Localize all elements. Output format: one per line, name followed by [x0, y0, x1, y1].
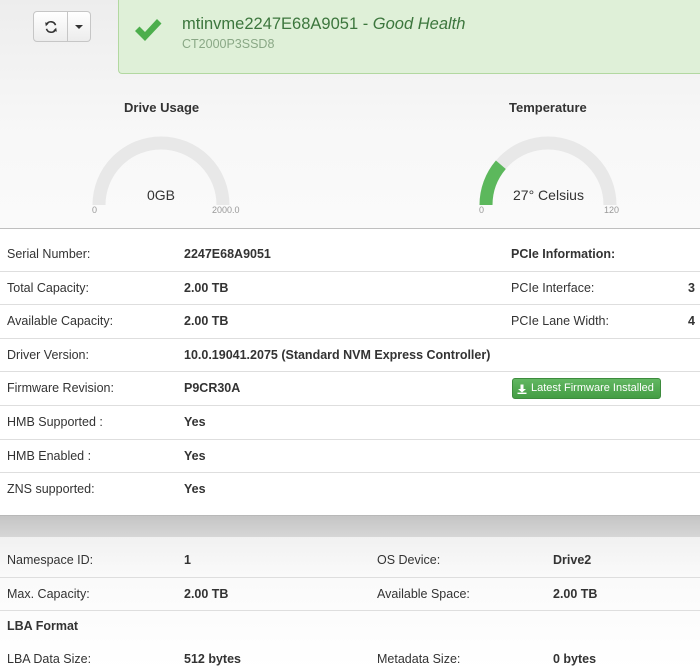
latest-firmware-installed-button[interactable]: Latest Firmware Installed: [512, 378, 661, 399]
drive-name-text: mtinvme2247E68A9051: [182, 15, 359, 33]
temperature-max: 120: [604, 205, 620, 215]
temperature-value: 27° Celsius: [513, 187, 584, 203]
lba-format-row: LBA Format: [0, 611, 700, 643]
lba-format-title: LBA Format: [7, 619, 79, 633]
total-capacity-value: 2.00 TB: [184, 281, 229, 295]
max-capacity-label: Max. Capacity:: [7, 587, 90, 601]
hmb-supported-value: Yes: [184, 415, 206, 429]
os-device-value: Drive2: [553, 553, 592, 567]
pcie-lane-width-label: PCIe Lane Width:: [511, 314, 609, 328]
available-space-value: 2.00 TB: [553, 587, 598, 601]
health-separator: -: [358, 15, 373, 33]
driver-version-label: Driver Version:: [7, 348, 89, 362]
total-capacity-label: Total Capacity:: [7, 281, 89, 295]
driver-version-value: 10.0.19041.2075 (Standard NVM Express Co…: [184, 348, 491, 362]
lba-data-size-label: LBA Data Size:: [7, 652, 92, 666]
metadata-size-value: 0 bytes: [553, 652, 597, 666]
firmware-revision-label: Firmware Revision:: [7, 381, 114, 395]
max-capacity-value: 2.00 TB: [184, 587, 229, 601]
latest-firmware-installed-label: Latest Firmware Installed: [531, 382, 654, 394]
available-capacity-label: Available Capacity:: [7, 314, 114, 328]
download-icon: [517, 384, 527, 394]
namespace-id-row: Namespace ID: 1 OS Device: Drive2: [0, 544, 700, 578]
drive-usage-value: 0GB: [147, 187, 176, 203]
temperature-gauge-fill: [479, 160, 506, 206]
total-capacity-row: Total Capacity: 2.00 TB PCIe Interface: …: [0, 272, 700, 305]
drive-name: mtinvme2247E68A9051 - Good Health: [182, 15, 465, 34]
zns-supported-row: ZNS supported: Yes: [0, 473, 700, 507]
firmware-revision-row: Firmware Revision: P9CR30A Latest Firmwa…: [0, 372, 700, 406]
drive-usage-min: 0: [92, 205, 98, 215]
lba-data-size-row: LBA Data Size: 512 bytes Metadata Size: …: [0, 643, 700, 670]
health-status-text: Good Health: [372, 15, 466, 33]
pcie-information-title: PCIe Information:: [511, 247, 616, 261]
hmb-enabled-value: Yes: [184, 449, 206, 463]
available-capacity-row: Available Capacity: 2.00 TB PCIe Lane Wi…: [0, 305, 700, 339]
temperature-min: 0: [479, 205, 485, 215]
drive-usage-max: 2000.0: [212, 205, 240, 215]
check-icon: [135, 19, 162, 41]
top-area: mtinvme2247E68A9051 - Good Health CT2000…: [0, 0, 700, 229]
hmb-supported-row: HMB Supported : Yes: [0, 406, 700, 440]
serial-number-row: Serial Number: 2247E68A9051 PCIe Informa…: [0, 238, 700, 272]
health-status-panel: mtinvme2247E68A9051 - Good Health CT2000…: [118, 0, 700, 74]
namespace-id-value: 1: [184, 553, 191, 567]
serial-number-value: 2247E68A9051: [184, 247, 271, 261]
hmb-enabled-label: HMB Enabled :: [7, 449, 92, 463]
driver-version-row: Driver Version: 10.0.19041.2075 (Standar…: [0, 339, 700, 372]
caret-down-icon: [75, 24, 83, 29]
refresh-button-group: [33, 11, 91, 42]
drive-usage-title: Drive Usage: [124, 100, 200, 115]
zns-supported-value: Yes: [184, 482, 206, 496]
available-space-label: Available Space:: [377, 587, 470, 601]
refresh-button[interactable]: [33, 11, 68, 42]
section-separator: [0, 515, 700, 537]
drive-model: CT2000P3SSD8: [182, 37, 275, 51]
temperature-title: Temperature: [509, 100, 587, 115]
max-capacity-row: Max. Capacity: 2.00 TB Available Space: …: [0, 578, 700, 611]
available-capacity-value: 2.00 TB: [184, 314, 229, 328]
hmb-enabled-row: HMB Enabled : Yes: [0, 440, 700, 473]
os-device-label: OS Device:: [377, 553, 441, 567]
pcie-interface-value: 3: [688, 281, 695, 295]
namespace-id-label: Namespace ID:: [7, 553, 94, 567]
zns-supported-label: ZNS supported:: [7, 482, 95, 496]
refresh-options-button[interactable]: [68, 11, 91, 42]
lba-data-size-value: 512 bytes: [184, 652, 241, 666]
pcie-interface-label: PCIe Interface:: [511, 281, 595, 295]
pcie-lane-width-value: 4: [688, 314, 695, 328]
refresh-icon: [44, 20, 57, 33]
serial-number-label: Serial Number:: [7, 247, 91, 261]
firmware-revision-value: P9CR30A: [184, 381, 241, 395]
metadata-size-label: Metadata Size:: [377, 652, 461, 666]
hmb-supported-label: HMB Supported :: [7, 415, 103, 429]
